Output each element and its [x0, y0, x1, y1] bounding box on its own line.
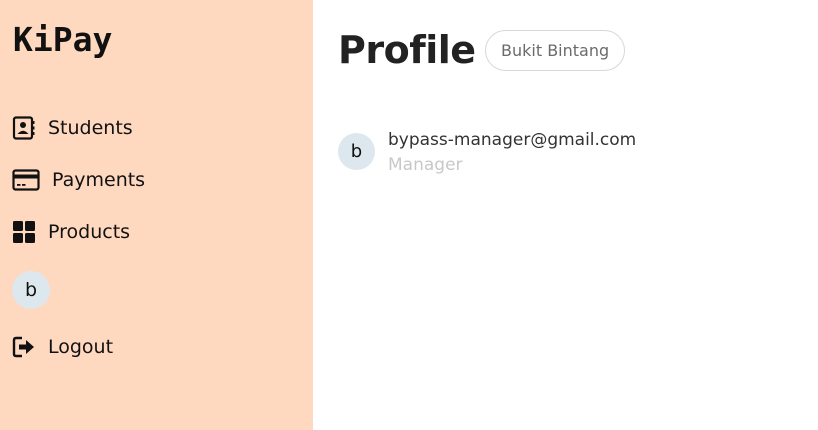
logout-button[interactable]: Logout — [12, 335, 113, 359]
sidebar: KiPay Students Payments Products b Logou… — [0, 0, 313, 430]
sidebar-item-payments[interactable]: Payments — [12, 168, 145, 192]
location-badge[interactable]: Bukit Bintang — [485, 30, 626, 71]
brand-logo[interactable]: KiPay — [13, 20, 112, 60]
avatar[interactable]: b — [12, 271, 50, 309]
logout-icon — [12, 335, 36, 359]
contact-book-icon — [12, 116, 36, 140]
sidebar-item-label: Students — [48, 117, 133, 139]
sidebar-item-students[interactable]: Students — [12, 116, 133, 140]
credit-card-icon — [12, 168, 40, 192]
profile-email: bypass-manager@gmail.com — [388, 130, 637, 150]
sidebar-item-products[interactable]: Products — [12, 220, 130, 244]
sidebar-item-label: Products — [48, 221, 131, 243]
main-content: Profile Bukit Bintang b bypass-manager@g… — [313, 0, 818, 430]
sidebar-item-label: Payments — [52, 169, 146, 191]
profile-avatar: b — [338, 133, 375, 170]
grid-icon — [12, 220, 36, 244]
app-root: KiPay Students Payments Products b Logou… — [0, 0, 818, 430]
page-title: Profile — [338, 28, 476, 72]
profile-role: Manager — [388, 155, 463, 175]
logout-label: Logout — [48, 336, 114, 358]
